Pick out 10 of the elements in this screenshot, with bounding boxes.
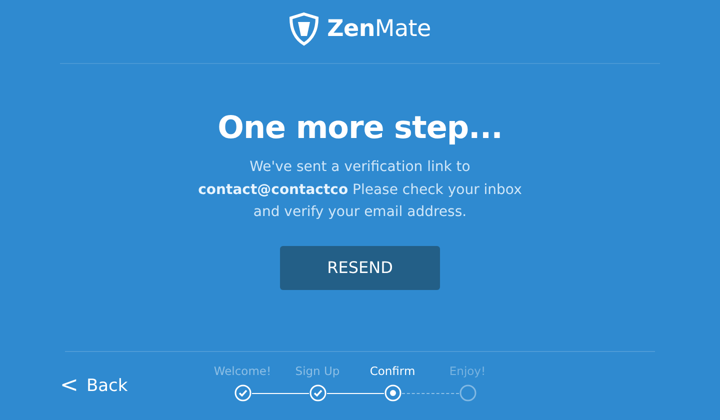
step-label: Welcome!	[214, 364, 272, 380]
message-text: We've sent a verification link to contact@contactco Please check your inbox and verify your email address.	[197, 158, 523, 222]
step-label: Sign Up	[295, 364, 340, 380]
heading: One more step...	[218, 110, 502, 146]
shield-icon	[289, 12, 320, 46]
step-label: Confirm	[370, 364, 416, 380]
back-button[interactable]: < Back	[60, 375, 128, 397]
step-label: Enjoy!	[449, 364, 486, 380]
resend-button[interactable]: RESEND	[280, 246, 440, 290]
logo-text: ZenMate	[327, 16, 431, 42]
